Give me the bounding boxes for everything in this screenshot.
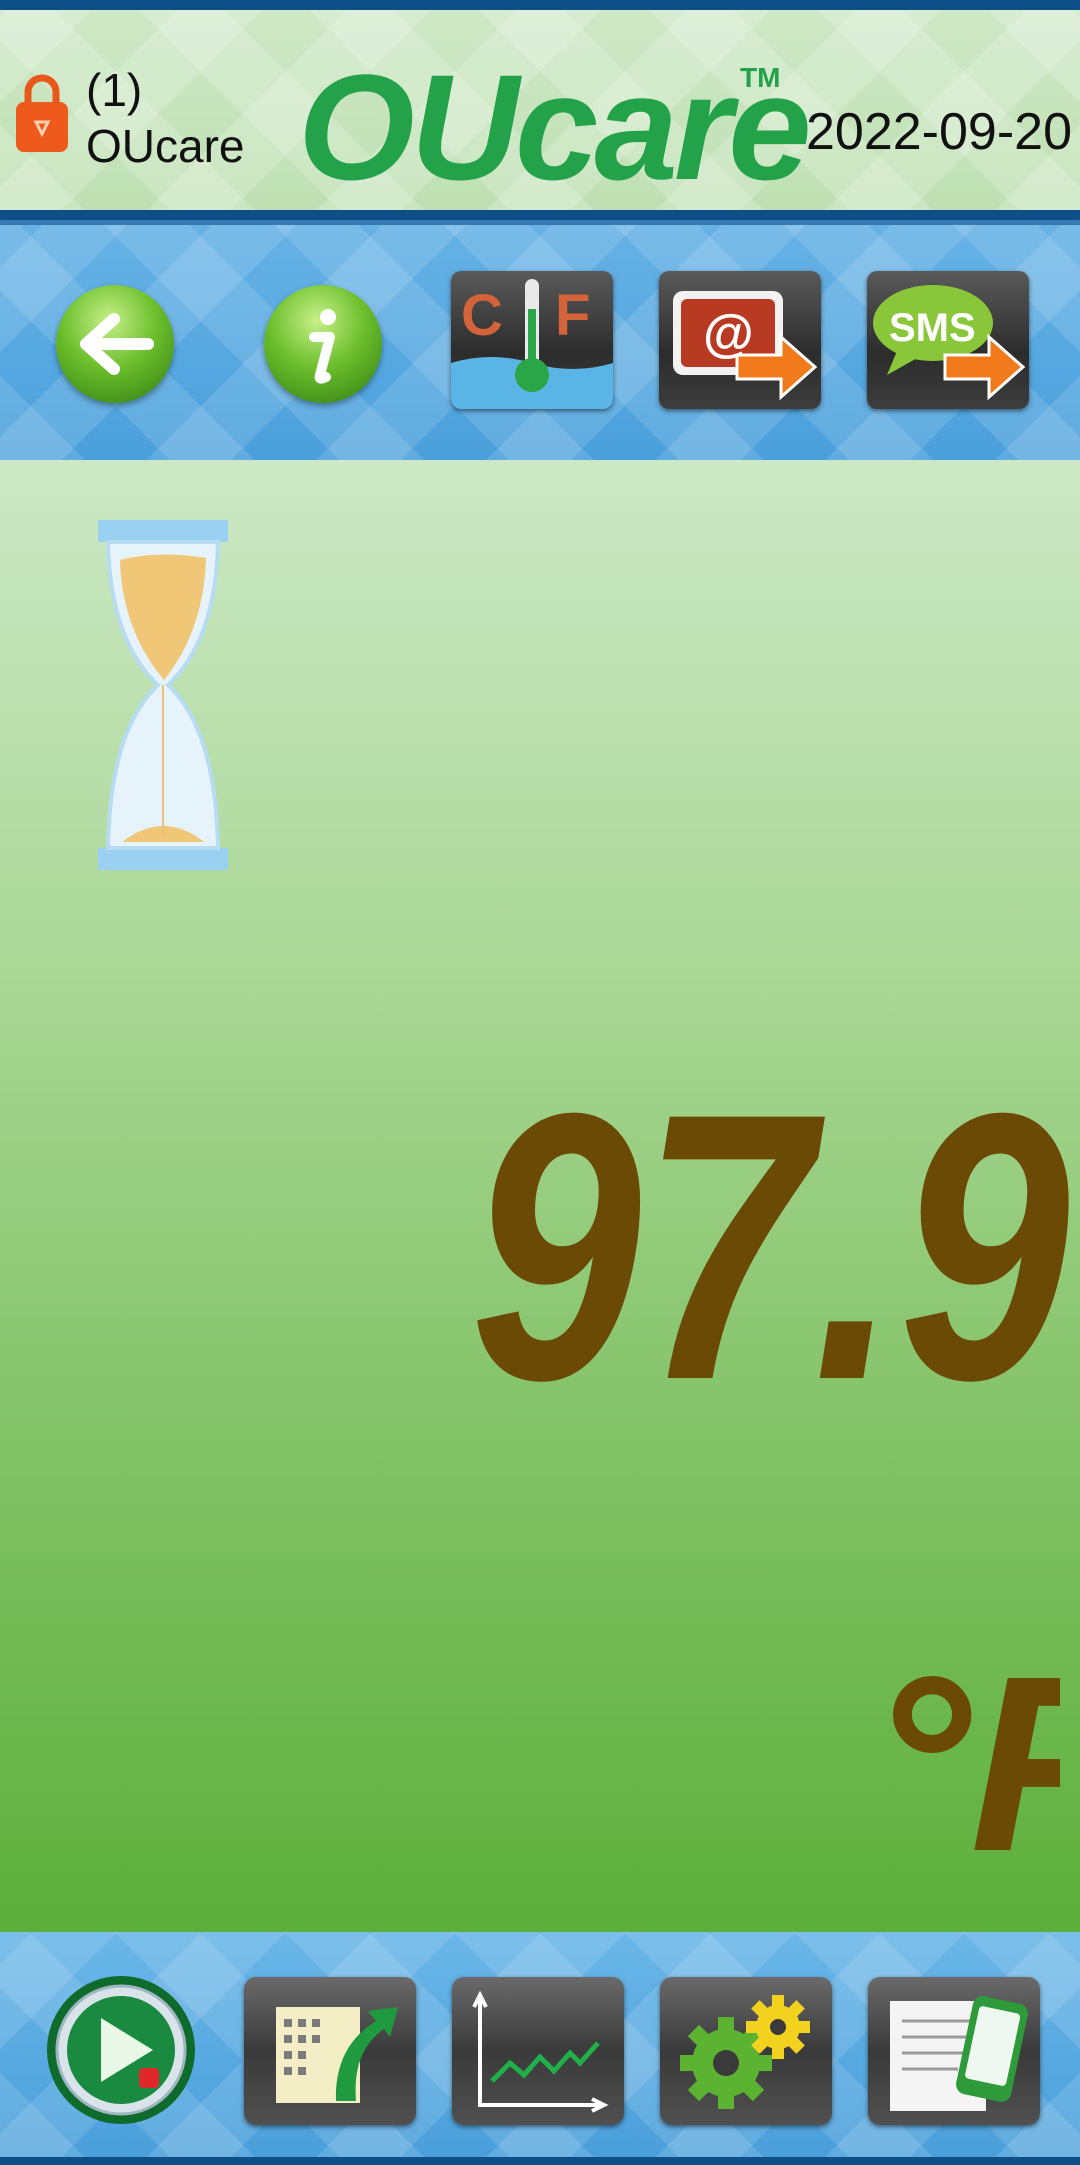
current-date: 2022-09-20 [806, 103, 1072, 161]
celsius-letter: C [461, 283, 503, 348]
app-logo: OUcare [298, 43, 812, 211]
temperature-unit-text: °F [870, 1624, 1060, 1890]
email-export-icon: @ [673, 291, 818, 401]
records-export-icon [276, 2007, 398, 2103]
trademark-symbol: TM [740, 62, 781, 93]
info-button[interactable] [264, 285, 382, 403]
measurement-panel: 97.9 °F [0, 460, 1080, 1932]
sms-export-button[interactable]: SMS [867, 271, 1029, 409]
lock-icon[interactable] [14, 72, 70, 154]
unit-toggle-button[interactable]: C F [451, 271, 613, 409]
record-icon [139, 2068, 159, 2088]
temperature-unit: °F [870, 1624, 1060, 1890]
sms-export-icon: SMS [873, 285, 1026, 401]
profile-label[interactable]: (1) OUcare [86, 62, 244, 174]
trend-chart-icon [472, 1990, 609, 2113]
info-icon [309, 309, 336, 384]
app-header: (1) OUcare OUcare TM 2022-09-20 [0, 0, 1080, 230]
temperature-value-text: 97.9 [470, 1078, 1070, 1408]
back-button[interactable] [56, 285, 174, 403]
settings-button[interactable] [660, 1977, 832, 2125]
profile-name: OUcare [86, 120, 245, 172]
back-arrow-icon [80, 313, 154, 375]
bottom-toolbar [0, 1932, 1080, 2165]
device-notes-button[interactable] [868, 1977, 1040, 2125]
hourglass-icon [98, 520, 228, 870]
start-measure-button[interactable] [45, 1974, 197, 2126]
profile-number: (1) [86, 64, 143, 116]
sms-label: SMS [889, 306, 976, 350]
chart-button[interactable] [452, 1977, 624, 2125]
records-button[interactable] [244, 1977, 416, 2125]
top-toolbar: C F @ SMS [0, 225, 1080, 460]
temperature-reading: 97.9 [470, 1078, 1070, 1408]
fahrenheit-letter: F [555, 283, 590, 348]
email-export-button[interactable]: @ [659, 271, 821, 409]
gears-icon [680, 1995, 810, 2109]
notes-phone-icon [890, 1996, 1028, 2111]
celsius-fahrenheit-icon: C F [451, 279, 613, 409]
